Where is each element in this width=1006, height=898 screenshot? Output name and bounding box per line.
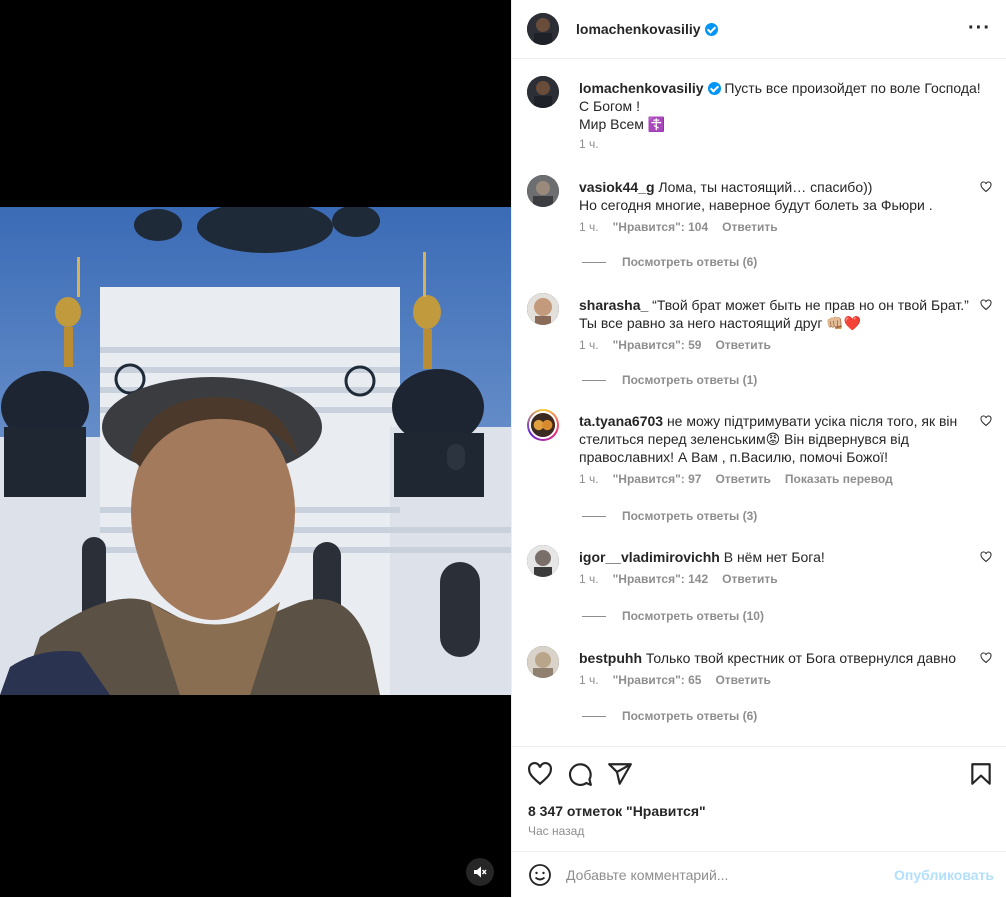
media-column bbox=[0, 0, 511, 897]
view-replies-button[interactable]: Посмотреть ответы (6) bbox=[582, 255, 757, 269]
comment-likes[interactable]: "Нравится": 59 bbox=[613, 338, 702, 352]
author-username[interactable]: lomachenkovasiliy bbox=[576, 21, 701, 37]
share-icon[interactable] bbox=[607, 761, 633, 787]
comment-time: 1 ч. bbox=[579, 572, 599, 586]
like-comment-heart-icon[interactable] bbox=[980, 551, 992, 563]
view-replies-label: Посмотреть ответы (6) bbox=[622, 255, 758, 269]
caption-time: 1 ч. bbox=[579, 137, 599, 151]
bookmark-icon[interactable] bbox=[968, 761, 994, 787]
view-replies-label: Посмотреть ответы (10) bbox=[622, 609, 764, 623]
view-replies-label: Посмотреть ответы (3) bbox=[622, 509, 758, 523]
post-header: lomachenkovasiliy ··· bbox=[512, 0, 1006, 59]
view-replies-label: Посмотреть ответы (1) bbox=[622, 373, 758, 387]
more-options-icon[interactable]: ··· bbox=[968, 18, 991, 38]
view-replies-button[interactable]: Посмотреть ответы (3) bbox=[582, 509, 757, 523]
reply-button[interactable]: Ответить bbox=[722, 220, 777, 234]
comment-time: 1 ч. bbox=[579, 673, 599, 687]
commenter-avatar[interactable] bbox=[527, 545, 559, 577]
view-replies-button[interactable]: Посмотреть ответы (1) bbox=[582, 373, 757, 387]
comment-text: православних! А Вам , п.Василю, помочі Б… bbox=[579, 449, 888, 465]
like-comment-heart-icon[interactable] bbox=[980, 652, 992, 664]
post-dialog: lomachenkovasiliy ··· lomachenkovasiliy … bbox=[0, 0, 1006, 897]
reply-button[interactable]: Ответить bbox=[715, 338, 770, 352]
comment-username[interactable]: ta.tyana6703 bbox=[579, 413, 663, 429]
view-replies-button[interactable]: Посмотреть ответы (6) bbox=[582, 709, 757, 723]
emoji-icon[interactable] bbox=[528, 863, 552, 887]
post-comment-button[interactable]: Опубликовать bbox=[894, 867, 994, 883]
commenter-avatar[interactable] bbox=[527, 293, 559, 325]
comment-text: Лома, ты настоящий… спасибо)) bbox=[658, 179, 873, 195]
comment-likes[interactable]: "Нравится": 142 bbox=[613, 572, 709, 586]
caption-line: Пусть все произойдет по воле Господа! bbox=[724, 80, 981, 96]
mute-toggle-button[interactable] bbox=[466, 858, 494, 886]
caption: lomachenkovasiliy Пусть все произойдет п… bbox=[527, 76, 992, 156]
comment-likes[interactable]: "Нравится": 104 bbox=[613, 220, 709, 234]
comment-text: “Твой брат может быть не прав но он твой… bbox=[652, 297, 969, 313]
post-details-panel: lomachenkovasiliy ··· lomachenkovasiliy … bbox=[511, 0, 1006, 897]
comment-item: ta.tyana6703 не можу підтримувати усіка … bbox=[527, 409, 992, 519]
caption-username[interactable]: lomachenkovasiliy bbox=[579, 80, 704, 96]
comment-text: стелиться перед зеленським😡 Він відверну… bbox=[579, 431, 909, 447]
action-bar bbox=[527, 761, 992, 789]
view-replies-button[interactable]: Посмотреть ответы (10) bbox=[582, 609, 764, 623]
comment-username[interactable]: sharasha_ bbox=[579, 297, 648, 313]
comment-username[interactable]: bestpuhh bbox=[579, 650, 642, 666]
verified-badge-icon bbox=[707, 82, 721, 95]
likes-count[interactable]: 8 347 отметок "Нравится" bbox=[528, 803, 706, 819]
post-video[interactable] bbox=[0, 207, 511, 695]
commenter-avatar[interactable] bbox=[527, 646, 559, 678]
comment-likes[interactable]: "Нравится": 65 bbox=[613, 673, 702, 687]
comment-likes[interactable]: "Нравится": 97 bbox=[613, 472, 702, 486]
comment-text: Но сегодня многие, наверное будут болеть… bbox=[579, 197, 933, 213]
comment-input[interactable] bbox=[566, 867, 886, 883]
comment-username[interactable]: igor__vladimirovichh bbox=[579, 549, 720, 565]
reply-button[interactable]: Ответить bbox=[715, 673, 770, 687]
author-avatar[interactable] bbox=[527, 13, 559, 45]
commenter-avatar[interactable] bbox=[527, 175, 559, 207]
heart-icon[interactable] bbox=[527, 761, 553, 787]
comment-composer: Опубликовать bbox=[512, 851, 1006, 898]
comment-icon[interactable] bbox=[567, 761, 593, 787]
comment-text: не можу підтримувати усіка після того, я… bbox=[666, 413, 958, 429]
comment-time: 1 ч. bbox=[579, 220, 599, 234]
reply-button[interactable]: Ответить bbox=[715, 472, 770, 486]
like-comment-heart-icon[interactable] bbox=[980, 415, 992, 427]
comment-time: 1 ч. bbox=[579, 338, 599, 352]
reply-button[interactable]: Ответить bbox=[722, 572, 777, 586]
comment-time: 1 ч. bbox=[579, 472, 599, 486]
comment-text: Ты все равно за него настоящий друг 👊🏼❤️ bbox=[579, 315, 862, 331]
post-footer: 8 347 отметок "Нравится" Час назад Опубл… bbox=[512, 746, 1006, 897]
comment-text: В нём нет Бога! bbox=[723, 549, 825, 565]
verified-badge-icon bbox=[704, 22, 718, 36]
commenter-avatar[interactable] bbox=[527, 409, 559, 441]
comment-username[interactable]: vasiok44_g bbox=[579, 179, 655, 195]
caption-line: Мир Всем ☦️ bbox=[579, 116, 666, 132]
author-avatar[interactable] bbox=[527, 76, 559, 108]
comment-text: Только твой крестник от Бога отвернулся … bbox=[645, 650, 957, 666]
like-comment-heart-icon[interactable] bbox=[980, 181, 992, 193]
comments-list: lomachenkovasiliy Пусть все произойдет п… bbox=[512, 60, 1006, 746]
view-replies-label: Посмотреть ответы (6) bbox=[622, 709, 758, 723]
speaker-muted-icon bbox=[474, 866, 487, 878]
caption-line: С Богом ! bbox=[579, 98, 640, 114]
translate-button[interactable]: Показать перевод bbox=[785, 472, 893, 486]
video-frame-image bbox=[0, 207, 511, 695]
post-time: Час назад bbox=[528, 824, 585, 838]
like-comment-heart-icon[interactable] bbox=[980, 299, 992, 311]
